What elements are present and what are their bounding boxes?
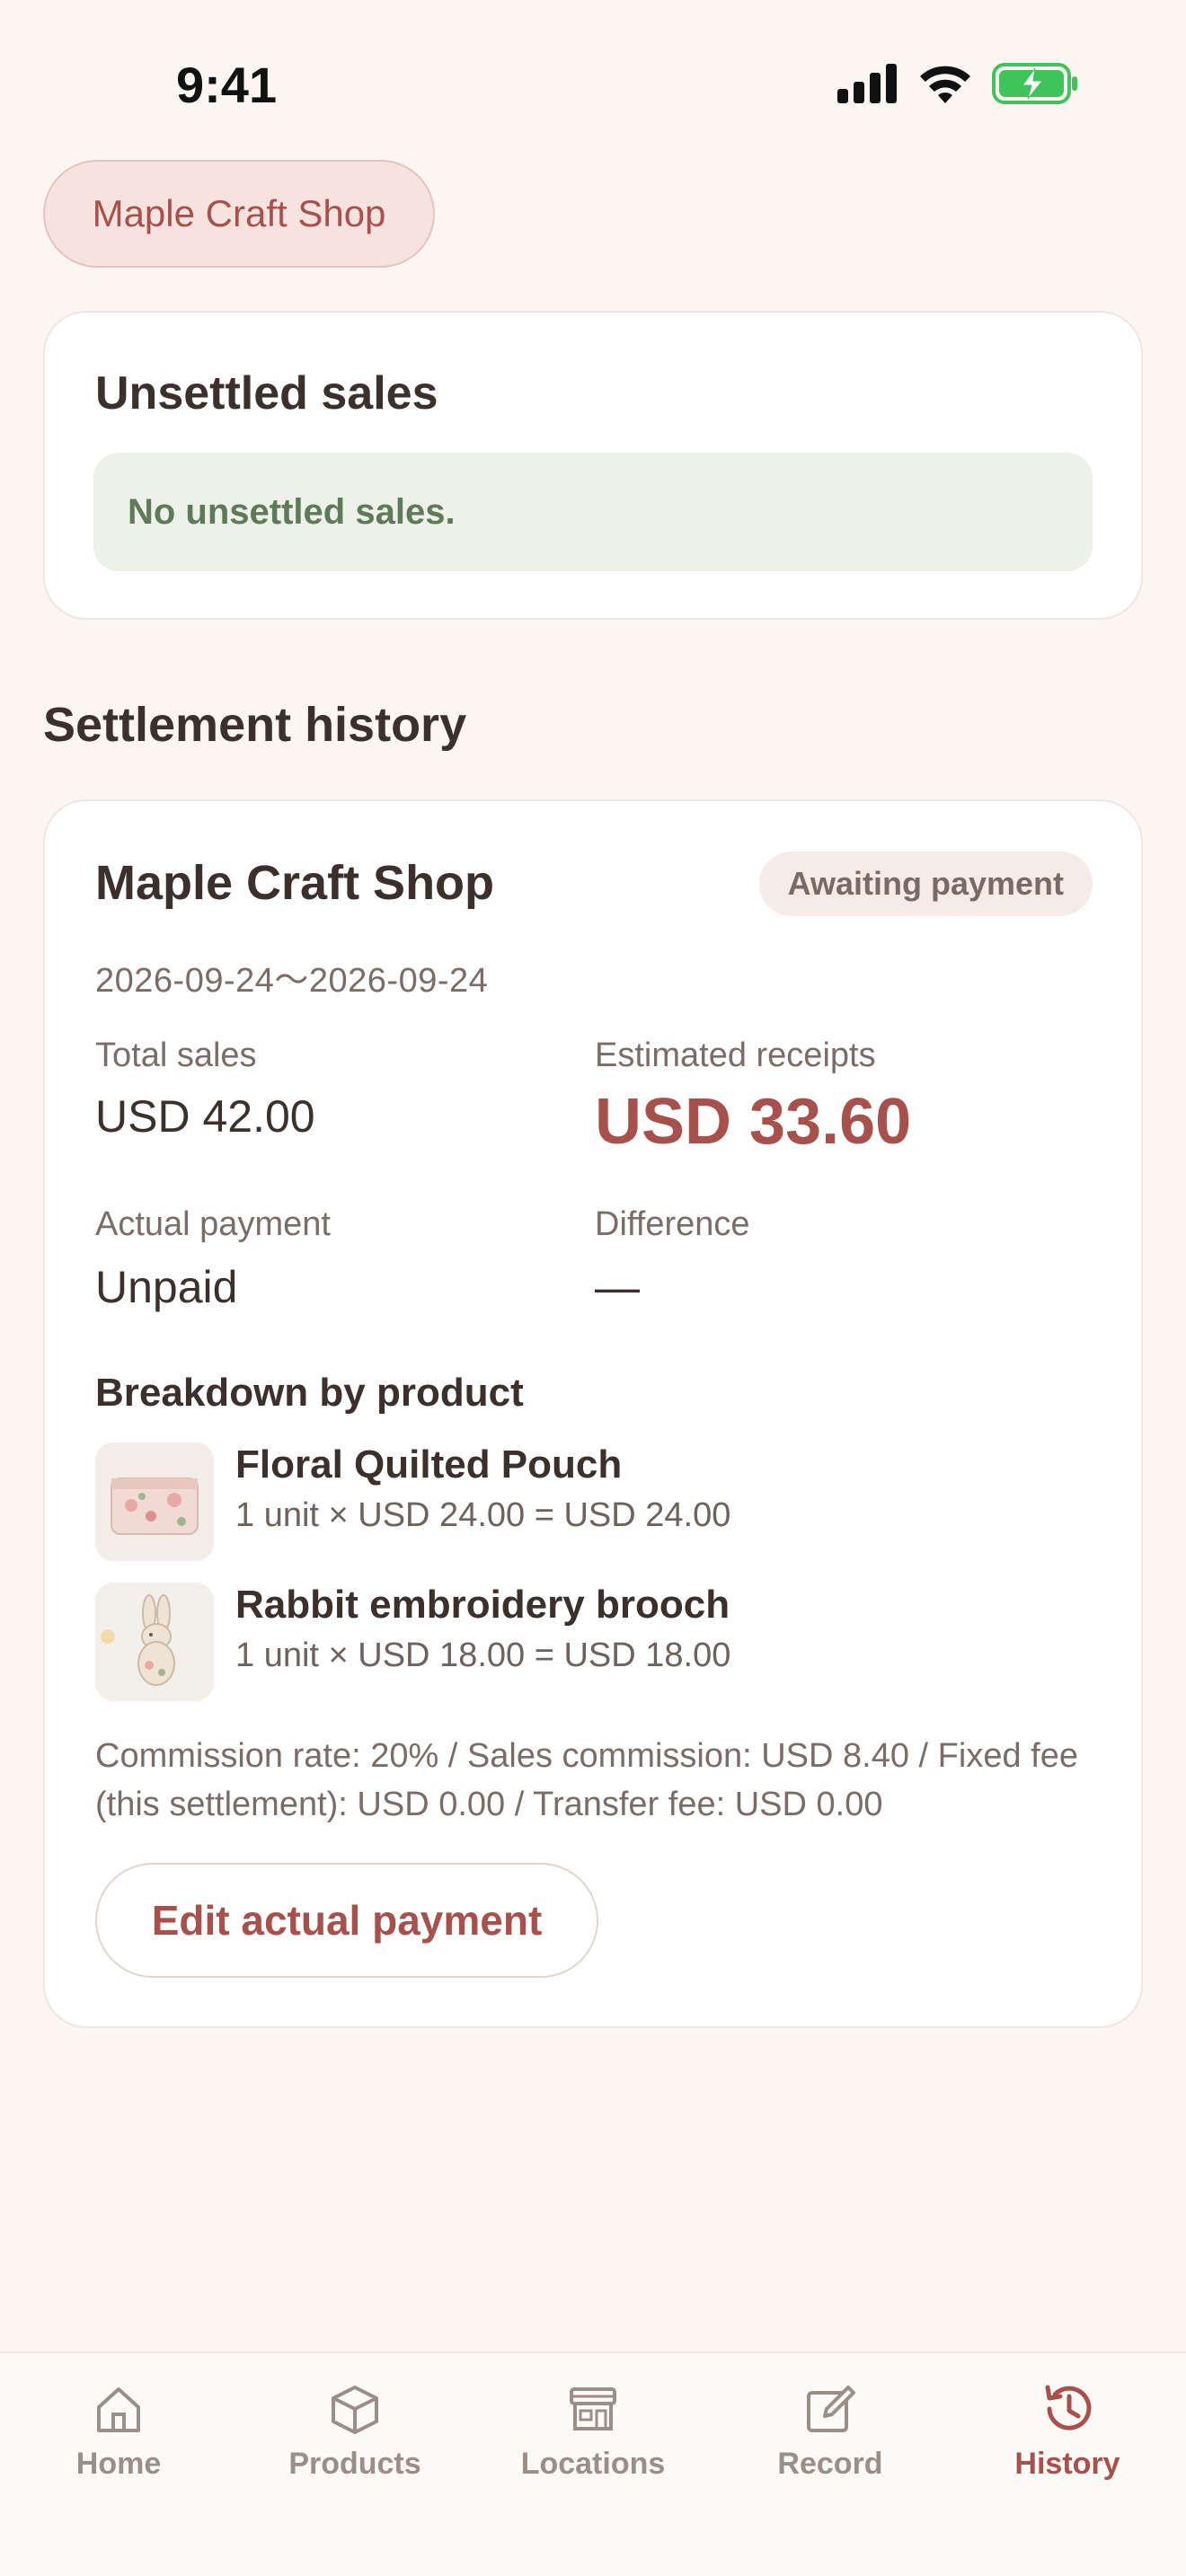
tab-history[interactable]: History xyxy=(969,2380,1166,2515)
total-sales-value: USD 42.00 xyxy=(95,1091,315,1142)
edit-actual-payment-button[interactable]: Edit actual payment xyxy=(95,1863,598,1978)
status-badge: Awaiting payment xyxy=(758,851,1093,916)
store-icon xyxy=(570,2387,616,2430)
rabbit-brooch-thumbnail xyxy=(95,1583,214,1701)
estimated-receipts-label: Estimated receipts xyxy=(595,1037,876,1074)
tab-label: Home xyxy=(75,2447,162,2481)
tab-label: Record xyxy=(777,2447,883,2481)
product-row: Floral Quilted Pouch 1 unit × USD 24.00 … xyxy=(95,1442,1084,1561)
cellular-signal-icon xyxy=(837,64,897,103)
status-icons xyxy=(837,63,1078,104)
tab-record[interactable]: Record xyxy=(731,2380,929,2515)
battery-charging-icon xyxy=(992,63,1077,104)
product-detail: 1 unit × USD 24.00 = USD 24.00 xyxy=(235,1496,731,1534)
settlement-history-title: Settlement history xyxy=(43,698,467,752)
total-sales-label: Total sales xyxy=(95,1037,257,1074)
breakdown-title: Breakdown by product xyxy=(95,1371,524,1415)
tab-locations[interactable]: Locations xyxy=(494,2380,692,2515)
difference-value: — xyxy=(595,1262,640,1312)
settlement-period: 2026-09-24〜2026-09-24 xyxy=(95,962,489,1000)
tab-label: History xyxy=(1014,2447,1120,2481)
actual-payment-value: Unpaid xyxy=(95,1262,238,1312)
box-icon xyxy=(332,2386,378,2434)
status-bar: 9:41 xyxy=(0,0,1186,162)
product-row: Rabbit embroidery brooch 1 unit × USD 18… xyxy=(95,1583,1084,1701)
tab-products[interactable]: Products xyxy=(256,2380,454,2515)
app-screen: 9:41 Maple Craft Shop Unsettled sales No… xyxy=(0,0,1186,2576)
status-time: 9:41 xyxy=(176,57,278,113)
product-name: Rabbit embroidery brooch xyxy=(235,1583,730,1627)
tab-home[interactable]: Home xyxy=(20,2380,217,2515)
tab-label: Locations xyxy=(520,2447,666,2481)
unsettled-sales-title: Unsettled sales xyxy=(95,367,438,419)
product-detail: 1 unit × USD 18.00 = USD 18.00 xyxy=(235,1636,731,1674)
floral-pouch-thumbnail xyxy=(95,1442,214,1561)
shop-filter-chip[interactable]: Maple Craft Shop xyxy=(43,160,435,268)
settlement-shop-name: Maple Craft Shop xyxy=(95,856,495,910)
commission-details: Commission rate: 20% / Sales commission:… xyxy=(95,1737,1078,1823)
settlement-card: Maple Craft Shop Awaiting payment 2026-0… xyxy=(43,799,1143,2028)
estimated-receipts-value: USD 33.60 xyxy=(595,1086,912,1158)
history-icon xyxy=(1045,2385,1092,2430)
bottom-tab-bar: Home Products Locations Record History xyxy=(0,2351,1186,2576)
home-icon xyxy=(97,2387,140,2432)
wifi-icon xyxy=(920,66,970,103)
edit-icon xyxy=(807,2386,855,2432)
tab-label: Products xyxy=(288,2447,421,2481)
difference-label: Difference xyxy=(595,1205,750,1243)
empty-state-message: No unsettled sales. xyxy=(93,453,1093,571)
product-name: Floral Quilted Pouch xyxy=(235,1442,623,1486)
unsettled-sales-card: Unsettled sales No unsettled sales. xyxy=(43,311,1143,620)
actual-payment-label: Actual payment xyxy=(95,1205,331,1243)
